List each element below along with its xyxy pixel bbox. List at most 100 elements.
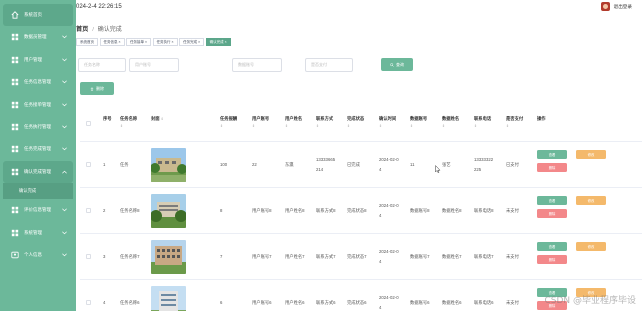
- cell-index: 4: [103, 300, 106, 305]
- sidebar-item-task-complete[interactable]: 任务完成管理: [3, 138, 73, 160]
- sort-icon[interactable]: ⇕: [285, 124, 302, 128]
- row-checkbox[interactable]: [86, 300, 91, 305]
- cell-phone: 13333322: [474, 157, 494, 162]
- table-header: 序号 任务名称 ⇕ 封面 ⇕ 任务报酬 ⇕ 用户账号 ⇕ 用户姓名 ⇕ 联系方式 ⇕ 完成…: [80, 104, 642, 142]
- cover-image[interactable]: [151, 240, 186, 274]
- sidebar-item-confirm-complete[interactable]: 确认完成管理: [3, 160, 73, 183]
- app-root: 系统首页 数据员管理 用户管理 任务信息管理 任务接单管理 任务执行管理 任务完…: [0, 0, 642, 311]
- edit-button[interactable]: 修改: [576, 196, 606, 205]
- sidebar-item-reviews[interactable]: 评价信息管理: [3, 199, 73, 221]
- delete-button[interactable]: 删除: [537, 163, 567, 172]
- avatar[interactable]: [600, 2, 610, 11]
- cell-confirm-time-cont: 4: [379, 259, 382, 264]
- sort-icon[interactable]: ⇕: [316, 124, 333, 128]
- task-name-input[interactable]: 任务名称: [78, 58, 126, 72]
- cell-contact: 13333665: [316, 157, 336, 162]
- edit-button[interactable]: 修改: [576, 242, 606, 251]
- tag-home[interactable]: 系统首页: [76, 38, 98, 46]
- sidebar-item-system[interactable]: 系统管理: [3, 222, 73, 244]
- grid-icon: [11, 56, 19, 64]
- column-header[interactable]: 用户账号 ⇕: [252, 116, 269, 128]
- cell-user-account: 22: [252, 162, 257, 167]
- sidebar-item-task-accept[interactable]: 任务接单管理: [3, 94, 73, 116]
- cell-contact-cont: 214: [316, 167, 324, 172]
- logout-link[interactable]: 退出登录: [614, 4, 632, 10]
- sidebar-item-label: 系统管理: [24, 229, 42, 235]
- column-header[interactable]: 完成状态 ⇕: [347, 116, 364, 128]
- cell-task-name: 任务名称8: [120, 208, 140, 213]
- sort-icon[interactable]: ⇕: [379, 124, 396, 128]
- paid-select[interactable]: 是否支付: [305, 58, 353, 72]
- column-header[interactable]: 联系方式 ⇕: [316, 116, 333, 128]
- sidebar-item-label: 系统首页: [24, 12, 42, 17]
- edit-button[interactable]: 修改: [576, 150, 606, 159]
- sidebar-item-label: 评价信息管理: [24, 207, 51, 213]
- cell-paid: 未支付: [506, 300, 519, 305]
- sort-icon[interactable]: ⇕: [220, 124, 237, 128]
- user-menu[interactable]: 退出登录: [600, 2, 632, 11]
- cell-data-name: 张艺: [442, 162, 451, 167]
- delete-selected-button[interactable]: 删除: [80, 82, 114, 95]
- cell-confirm-time-cont: 4: [379, 213, 382, 218]
- grid-icon: [11, 101, 19, 109]
- breadcrumb-current: 确认完成: [97, 27, 122, 33]
- column-header: 序号: [103, 116, 112, 121]
- sidebar-item-profile[interactable]: 个人信息: [3, 244, 73, 266]
- sidebar-item-data-staff[interactable]: 数据员管理: [3, 26, 73, 48]
- sort-icon[interactable]: ⇕: [506, 124, 523, 128]
- cell-contact: 联系方式6: [316, 300, 336, 305]
- delete-button[interactable]: 删除: [537, 255, 567, 264]
- column-header[interactable]: 确认时间 ⇕: [379, 116, 396, 128]
- sidebar-item-home[interactable]: 系统首页: [3, 4, 73, 26]
- cell-confirm-time: 2024-02-0: [379, 203, 399, 208]
- column-header[interactable]: 任务名称 ⇕: [120, 116, 137, 128]
- data-account-input[interactable]: 数据账号: [232, 58, 282, 72]
- select-all-checkbox[interactable]: [86, 121, 91, 126]
- column-header[interactable]: 数据账号 ⇕: [410, 116, 427, 128]
- sort-icon[interactable]: ⇕: [442, 124, 459, 128]
- row-checkbox[interactable]: [86, 254, 91, 259]
- cover-image[interactable]: [151, 286, 186, 311]
- sort-icon[interactable]: ⇕: [474, 124, 491, 128]
- sidebar-item-task-execute[interactable]: 任务执行管理: [3, 116, 73, 138]
- search-button[interactable]: 查询: [381, 58, 413, 71]
- grid-icon: [11, 206, 19, 214]
- sort-icon[interactable]: ⇕: [347, 124, 364, 128]
- view-button[interactable]: 查看: [537, 196, 567, 205]
- column-header[interactable]: 是否支付 ⇕: [506, 116, 523, 128]
- breadcrumb-home[interactable]: 首页: [76, 24, 88, 33]
- tag-task-complete[interactable]: 任务完成 ×: [179, 38, 205, 46]
- tag-confirm-complete[interactable]: 确认完成 ×: [205, 38, 231, 46]
- breadcrumb: 首页 / 确认完成: [76, 24, 122, 33]
- sidebar-item-users[interactable]: 用户管理: [3, 49, 73, 71]
- tag-task-execute[interactable]: 任务执行 ×: [152, 38, 178, 46]
- grid-icon: [11, 145, 19, 153]
- sort-icon[interactable]: ⇕: [252, 124, 269, 128]
- column-header[interactable]: 用户姓名 ⇕: [285, 116, 302, 128]
- cover-image[interactable]: [151, 194, 186, 228]
- sidebar-subitem-confirm[interactable]: 确认完成: [3, 183, 73, 200]
- tags-view: 系统首页 任务信息 × 任务接单 × 任务执行 × 任务完成 × 确认完成 ×: [76, 38, 642, 50]
- column-header[interactable]: 封面 ⇕: [151, 116, 164, 122]
- sort-icon[interactable]: ⇕: [410, 124, 427, 128]
- delete-button[interactable]: 删除: [537, 209, 567, 218]
- row-checkbox[interactable]: [86, 162, 91, 167]
- tag-task-accept[interactable]: 任务接单 ×: [126, 38, 152, 46]
- column-header[interactable]: 数据姓名 ⇕: [442, 116, 459, 128]
- cell-data-name: 数据姓名7: [442, 254, 462, 259]
- grid-icon: [11, 123, 19, 131]
- cell-status: 完成状态6: [347, 300, 367, 305]
- cover-image[interactable]: [151, 148, 186, 182]
- column-header[interactable]: 联系电话 ⇕: [474, 116, 491, 128]
- cell-reward: 100: [220, 162, 228, 167]
- sidebar-item-task-info[interactable]: 任务信息管理: [3, 71, 73, 93]
- table-row: 3 任务名称7 7 用户账号7 用户姓名7 联系方式7 完成状态7 2024-0…: [80, 234, 642, 280]
- tag-task-info[interactable]: 任务信息 ×: [99, 38, 125, 46]
- sort-icon[interactable]: ⇕: [161, 117, 164, 121]
- user-account-input[interactable]: 用户账号: [129, 58, 179, 72]
- view-button[interactable]: 查看: [537, 150, 567, 159]
- row-checkbox[interactable]: [86, 208, 91, 213]
- column-header[interactable]: 任务报酬 ⇕: [220, 116, 237, 128]
- sort-icon[interactable]: ⇕: [120, 124, 137, 128]
- view-button[interactable]: 查看: [537, 242, 567, 251]
